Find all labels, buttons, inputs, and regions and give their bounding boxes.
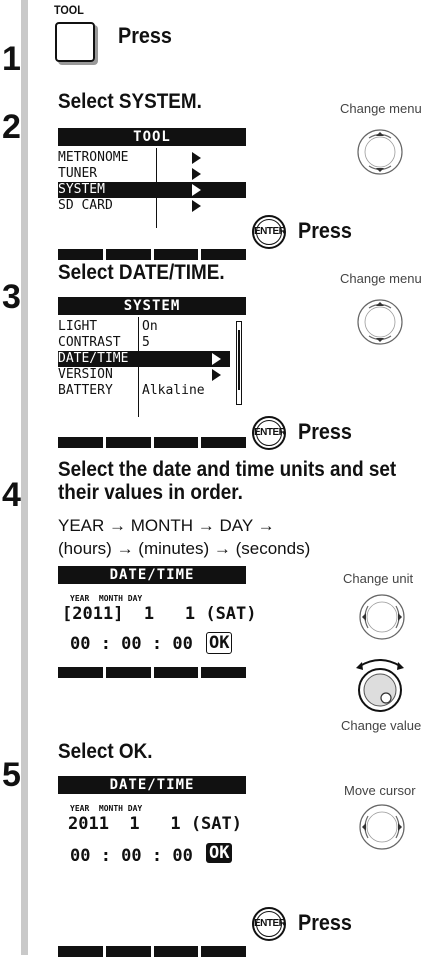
date-row: [2011] 1 1 (SAT) [62,604,257,624]
enter-button-icon[interactable]: ENTER [252,215,286,249]
step-5-number: 5 [2,756,21,794]
lcd-title: TOOL [58,128,246,146]
month-day-weekday: 1 1 (SAT) [123,604,257,624]
menu-item-sd-card[interactable]: SD CARD [58,198,246,214]
step-3-number: 3 [2,278,21,316]
enter-button-icon[interactable]: ENTER [252,907,286,941]
date-field-labels: YEAR MONTH DAY [70,804,143,813]
step-4-title-line1: Select the date and time units and set [58,458,397,481]
system-menu-screen: SYSTEM LIGHT On CONTRAST 5 DATE/TIME VER… [58,297,246,448]
step-3-press-text: Press [298,419,352,444]
function-keys-bar [58,946,246,957]
menu-knob-icon[interactable] [355,292,405,352]
submenu-arrow-icon [192,168,201,180]
tool-menu-screen: TOOL METRONOME TUNER SYSTEM SD CARD [58,128,246,260]
function-keys-bar [58,437,246,448]
contrast-value: 5 [142,335,150,350]
step-1-number: 1 [2,40,21,78]
step-3-title: Select DATE/TIME. [58,261,225,284]
lcd-title: DATE/TIME [58,776,246,794]
time-row[interactable]: 00 : 00 : 00 [70,634,193,654]
light-value: On [142,319,158,334]
step-4-title-line2: their values in order. [58,481,243,504]
tool-button-label: TOOL [54,3,84,17]
function-keys-bar [58,667,246,678]
submenu-arrow-icon [192,200,201,212]
year-value[interactable]: 2011 [72,604,113,624]
time-row: 00 : 00 : 00 [70,846,193,866]
enter-button-icon[interactable]: ENTER [252,416,286,450]
lcd-title: DATE/TIME [58,566,246,584]
menu-item-metronome[interactable]: METRONOME [58,150,246,166]
sequence-line-1: YEAR → MONTH → DAY → [58,516,275,535]
menu-item-date-time[interactable]: DATE/TIME [58,351,230,367]
change-unit-caption: Change unit [343,571,414,586]
date-field-labels: YEAR MONTH DAY [70,594,143,603]
unit-knob-icon[interactable] [355,590,409,644]
step-2-number: 2 [2,108,21,146]
change-value-caption: Change value [341,718,422,733]
change-menu-caption: Change menu [340,271,422,286]
menu-item-tuner[interactable]: TUNER [58,166,246,182]
ok-button-selected[interactable]: OK [206,843,233,863]
value-dial-icon[interactable] [350,652,410,714]
tool-button[interactable] [55,22,95,62]
submenu-arrow-icon [192,184,201,196]
step-4-number: 4 [2,476,21,514]
date-time-screen-ok: DATE/TIME YEAR MONTH DAY 2011 1 1 (SAT) … [58,776,246,957]
step-2-title: Select SYSTEM. [58,90,202,113]
function-keys-bar [58,249,246,260]
date-time-screen: DATE/TIME YEAR MONTH DAY [2011] 1 1 (SAT… [58,566,257,678]
step-5-press-text: Press [298,910,352,935]
cursor-knob-icon[interactable] [355,800,409,854]
change-menu-caption: Change menu [340,101,422,116]
step-2-press-text: Press [298,218,352,243]
date-row: 2011 1 1 (SAT) [68,814,242,834]
lcd-scrollbar [236,321,242,405]
submenu-arrow-icon [212,353,221,365]
battery-value: Alkaline [142,383,205,398]
lcd-title: SYSTEM [58,297,246,315]
menu-knob-icon[interactable] [355,122,405,182]
step-5-title: Select OK. [58,740,153,763]
step-1-press-text: Press [118,23,172,48]
step-sidebar-bar [21,0,28,955]
submenu-arrow-icon [212,369,221,381]
move-cursor-caption: Move cursor [344,783,416,798]
submenu-arrow-icon [192,152,201,164]
sequence-line-2: (hours) → (minutes) → (seconds) [58,539,311,558]
menu-item-system[interactable]: SYSTEM [58,182,246,198]
ok-button[interactable]: OK [206,632,233,654]
